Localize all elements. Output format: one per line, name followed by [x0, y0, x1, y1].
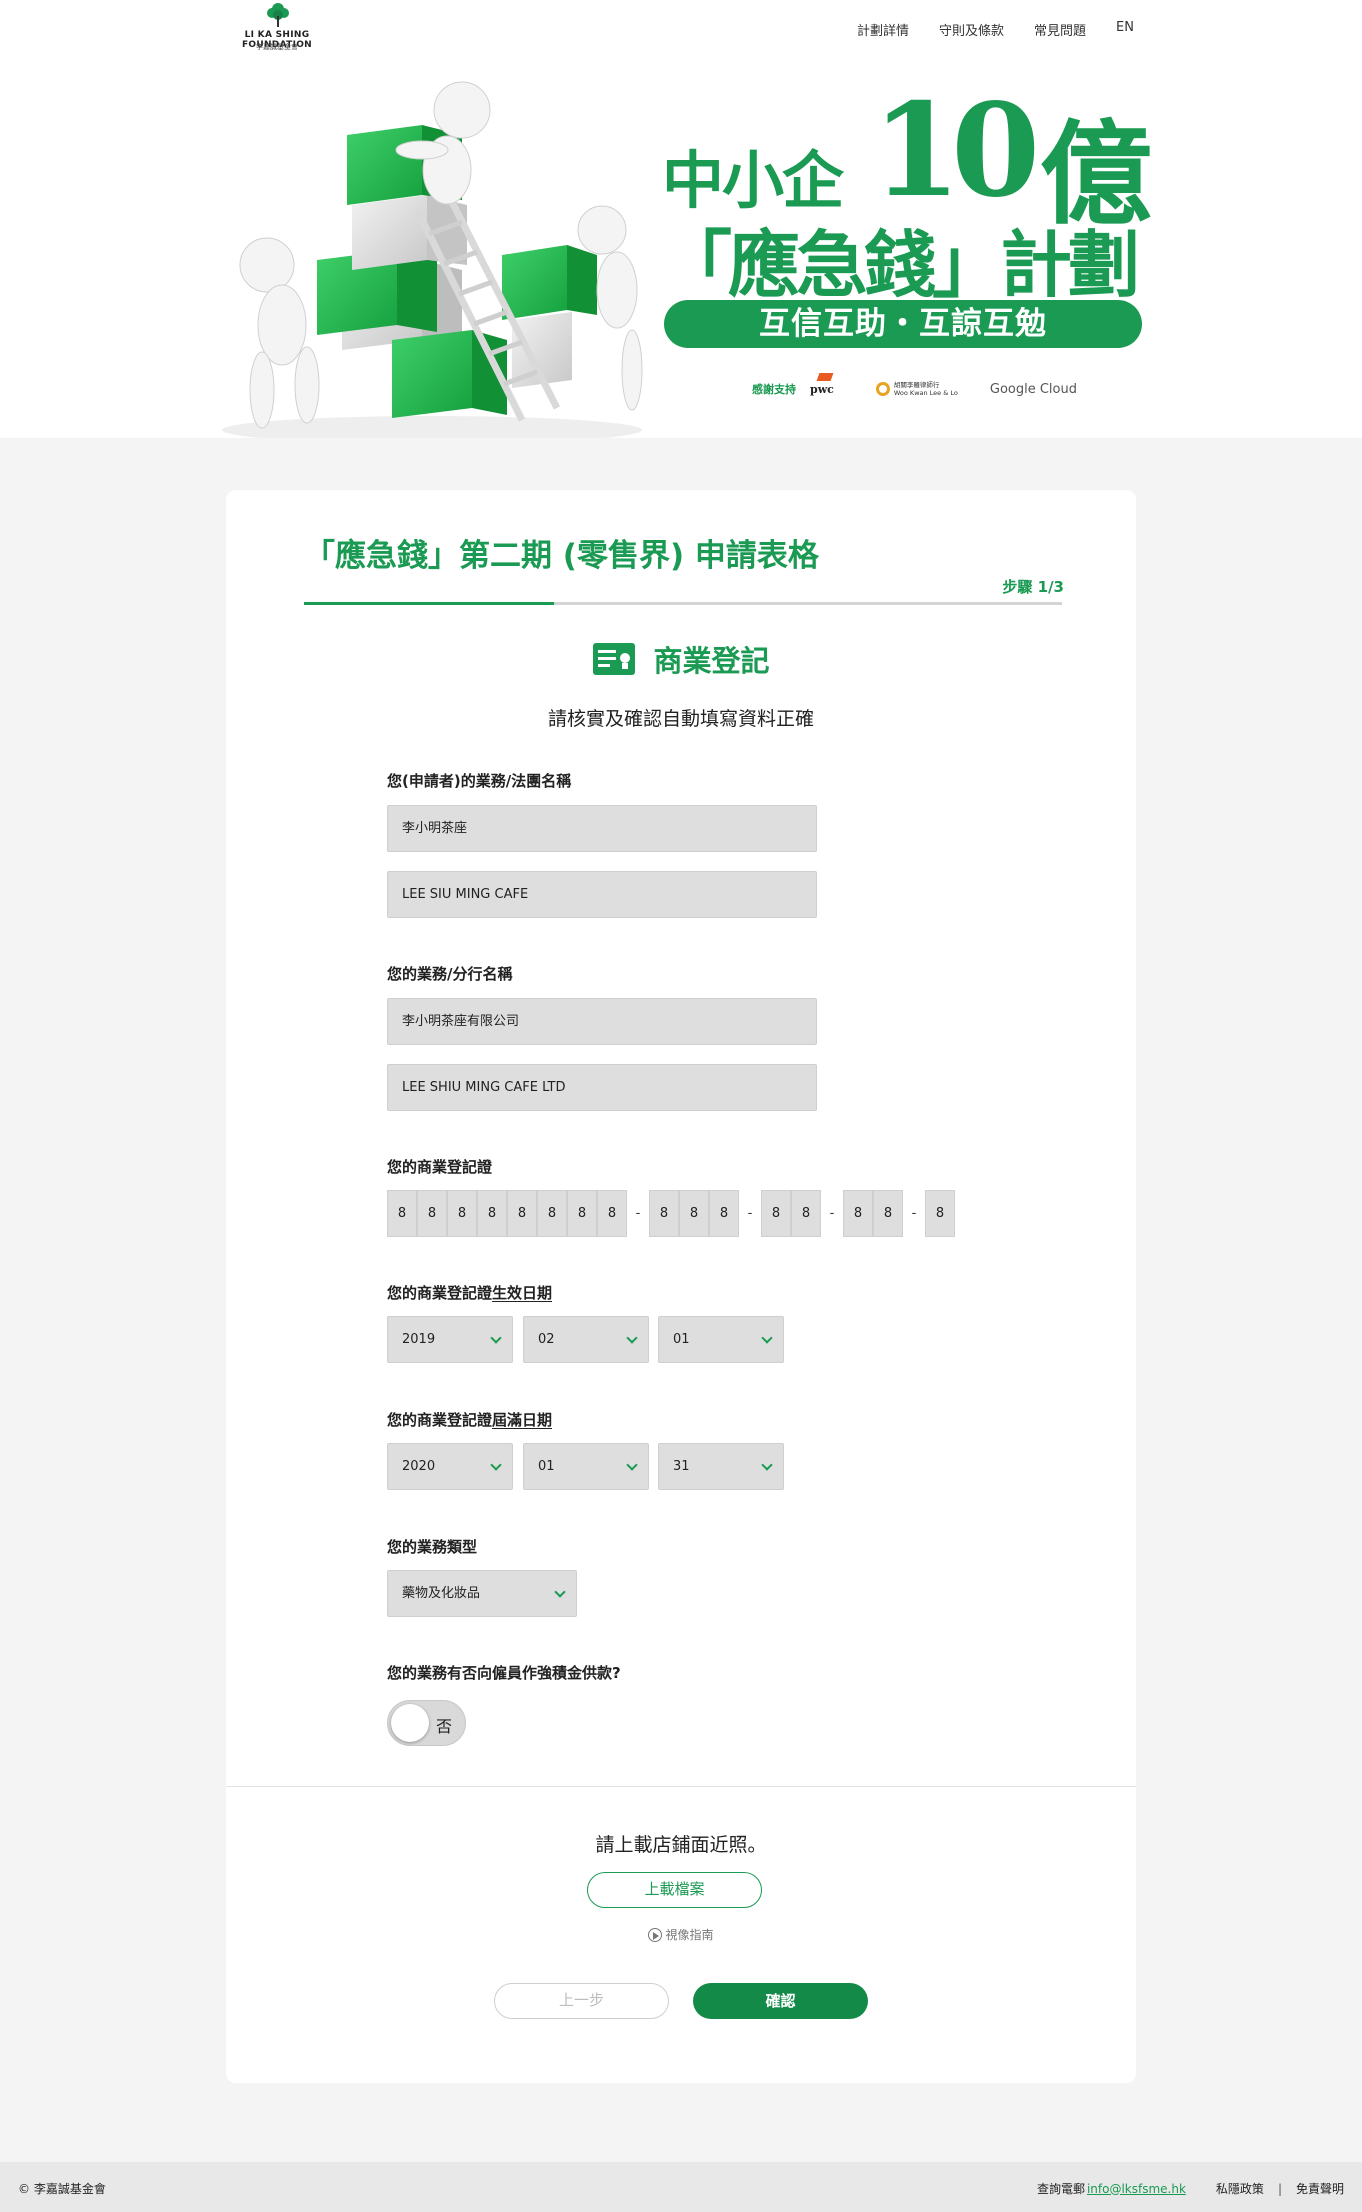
expiry-day-select[interactable]: 31	[658, 1443, 784, 1490]
application-form-card: 「應急錢」第二期 (零售界) 申請表格 步驟 1/3 商業登記 請核實及確認自動…	[226, 490, 1136, 2083]
hero-slogan-pill: 互信互助・互諒互勉	[664, 300, 1142, 348]
nav-terms[interactable]: 守則及條款	[939, 20, 1004, 39]
progress-bar	[304, 602, 1062, 605]
site-header: LI KA SHING FOUNDATION 李嘉誠基金會 計劃詳情 守則及條款…	[0, 0, 1362, 438]
sponsors-label: 感謝支持	[752, 383, 796, 396]
privacy-policy-link[interactable]: 私隱政策	[1216, 2180, 1264, 2197]
effective-date-emphasis: 生效日期	[492, 1284, 553, 1302]
section-title: 商業登記	[653, 644, 770, 678]
sponsors-bar: 感謝支持 pwc 胡關李羅律師行 Woo Kwan Lee & Lo Googl…	[752, 376, 1077, 402]
effective-day-select[interactable]: 01	[658, 1316, 784, 1363]
section-divider	[226, 1786, 1136, 1787]
progress-bar-fill	[304, 602, 555, 605]
copyright-text: © 李嘉誠基金會	[18, 2182, 106, 2196]
brn-digit-input[interactable]: 8	[597, 1190, 627, 1237]
wkll-logo: 胡關李羅律師行 Woo Kwan Lee & Lo	[875, 381, 958, 397]
mpf-toggle[interactable]: 否	[387, 1700, 466, 1746]
enquiry-email-link[interactable]: info@lksfsme.hk	[1087, 2182, 1186, 2196]
nav-language-en[interactable]: EN	[1116, 20, 1134, 39]
brn-digit-input[interactable]: 8	[843, 1190, 873, 1237]
upload-file-button[interactable]: 上載檔案	[587, 1872, 762, 1908]
legal-name-zh-input[interactable]: 李小明茶座	[387, 805, 817, 852]
branch-name-label: 您的業務/分行名稱	[387, 965, 513, 983]
upload-prompt: 請上載店鋪面近照。	[595, 1834, 767, 1856]
logo-text-zh: 李嘉誠基金會	[256, 43, 298, 51]
confirm-button[interactable]: 確認	[693, 1983, 868, 2019]
expiry-year-select[interactable]: 2020	[387, 1443, 513, 1490]
section-header: 商業登記	[226, 638, 1136, 680]
expiry-date-label: 您的商業登記證屆滿日期	[387, 1411, 553, 1429]
brn-digit-input[interactable]: 8	[387, 1190, 417, 1237]
brn-separator: -	[635, 1206, 641, 1221]
brn-digit-input[interactable]: 8	[477, 1190, 507, 1237]
effective-month-select[interactable]: 02	[523, 1316, 649, 1363]
brn-digit-input[interactable]: 8	[537, 1190, 567, 1237]
wkll-ring-icon	[875, 382, 890, 396]
business-type-select[interactable]: 藥物及化妝品	[387, 1570, 577, 1617]
brn-label: 您的商業登記證	[387, 1158, 493, 1176]
chevron-down-icon	[490, 1459, 502, 1471]
chevron-down-icon	[761, 1332, 773, 1344]
hero-title-number: 10	[872, 76, 1040, 226]
chevron-down-icon	[626, 1332, 638, 1344]
footer-links: 查詢電郵 info@lksfsme.hk 私隱政策 | 免責聲明	[1037, 2180, 1344, 2197]
brn-digit-input[interactable]: 8	[925, 1190, 955, 1237]
chevron-down-icon	[490, 1332, 502, 1344]
brn-digit-input[interactable]: 8	[709, 1190, 739, 1237]
video-guide-link[interactable]: 視像指南	[226, 1926, 1136, 1943]
expiry-date-emphasis: 屆滿日期	[492, 1411, 553, 1429]
step-indicator: 步驟 1/3	[1002, 578, 1064, 596]
previous-step-button[interactable]: 上一步	[494, 1983, 669, 2019]
chevron-down-icon	[554, 1586, 566, 1598]
pwc-logo: pwc	[810, 382, 834, 396]
section-subtitle: 請核實及確認自動填寫資料正確	[547, 708, 814, 730]
mpf-toggle-value: 否	[436, 1717, 453, 1736]
branch-name-en-input[interactable]: LEE SHIU MING CAFE LTD	[387, 1064, 817, 1111]
mpf-label: 您的業務有否向僱員作強積金供款?	[387, 1664, 621, 1682]
brn-separator: -	[747, 1206, 753, 1221]
disclaimer-link[interactable]: 免責聲明	[1296, 2180, 1344, 2197]
brn-digit-input[interactable]: 8	[649, 1190, 679, 1237]
wkll-name-en: Woo Kwan Lee & Lo	[893, 389, 958, 397]
legal-name-label: 您(申請者)的業務/法團名稱	[387, 772, 572, 790]
form-title: 「應急錢」第二期 (零售界) 申請表格	[304, 538, 819, 574]
brn-digit-input[interactable]: 8	[447, 1190, 477, 1237]
top-nav: 計劃詳情 守則及條款 常見問題 EN	[857, 20, 1134, 39]
tree-logo-icon	[267, 3, 289, 27]
toggle-knob	[391, 1704, 429, 1742]
brn-digit-inputs: 88888888-888-88-88-8	[387, 1190, 955, 1237]
chevron-down-icon	[761, 1459, 773, 1471]
brn-digit-input[interactable]: 8	[567, 1190, 597, 1237]
nav-faq[interactable]: 常見問題	[1034, 20, 1086, 39]
brn-digit-input[interactable]: 8	[679, 1190, 709, 1237]
expiry-month-select[interactable]: 01	[523, 1443, 649, 1490]
hero-title-line2: 「應急錢」計劃	[660, 222, 1140, 307]
brn-digit-input[interactable]: 8	[791, 1190, 821, 1237]
brn-separator: -	[829, 1206, 835, 1221]
google-cloud-logo: Google Cloud	[989, 381, 1077, 397]
enquiry-label: 查詢電郵	[1036, 2182, 1085, 2196]
site-footer: © 李嘉誠基金會 查詢電郵 info@lksfsme.hk 私隱政策 | 免責聲…	[0, 2162, 1362, 2212]
foundation-logo[interactable]: LI KA SHING FOUNDATION 李嘉誠基金會	[222, 2, 332, 58]
play-icon	[648, 1928, 663, 1942]
chevron-down-icon	[626, 1459, 638, 1471]
brn-digit-input[interactable]: 8	[507, 1190, 537, 1237]
brn-separator: -	[911, 1206, 917, 1221]
wkll-name-zh: 胡關李羅律師行	[893, 381, 940, 389]
brn-digit-input[interactable]: 8	[761, 1190, 791, 1237]
branch-name-zh-input[interactable]: 李小明茶座有限公司	[387, 998, 817, 1045]
business-registration-icon	[593, 643, 636, 675]
legal-name-en-input[interactable]: LEE SIU MING CAFE	[387, 871, 817, 918]
effective-date-label: 您的商業登記證生效日期	[387, 1284, 553, 1302]
nav-plan-details[interactable]: 計劃詳情	[857, 20, 909, 39]
hero-title-line1: 中小企 10 億	[660, 76, 1152, 240]
footer-separator: |	[1277, 2181, 1282, 2196]
business-type-label: 您的業務類型	[387, 1538, 478, 1556]
brn-digit-input[interactable]: 8	[873, 1190, 903, 1237]
hero-illustration	[222, 81, 643, 438]
effective-year-select[interactable]: 2019	[387, 1316, 513, 1363]
brn-digit-input[interactable]: 8	[417, 1190, 447, 1237]
